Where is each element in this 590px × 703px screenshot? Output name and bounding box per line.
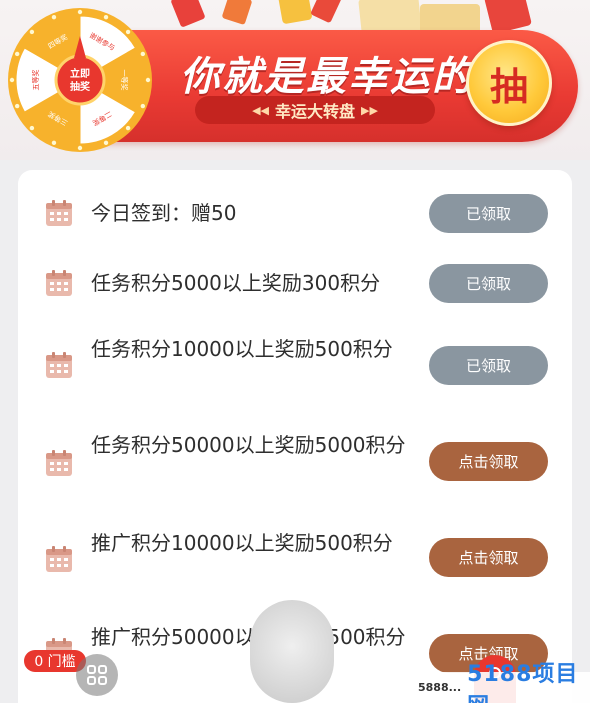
claim-button[interactable]: 点击领取 [429, 442, 548, 481]
red-envelope-decoration [221, 0, 253, 26]
task-row: 任务积分50000以上奖励5000积分 点击领取 [18, 426, 572, 490]
wheel-light-dot [51, 14, 57, 20]
gold-envelope-decoration [277, 0, 313, 25]
grid-menu-icon[interactable] [76, 654, 118, 696]
task-description: 任务积分5000以上奖励300积分 [91, 271, 381, 295]
wheel-light-dot [125, 125, 131, 131]
calendar-icon [46, 352, 72, 378]
wheel-light-dot [77, 145, 83, 151]
wheel-light-dot [77, 9, 83, 15]
task-description: 任务积分50000以上奖励5000积分 [91, 433, 406, 457]
wheel-light-dot [29, 29, 35, 35]
left-arrows-icon: ◀◀ [252, 103, 269, 117]
grid-icon [87, 665, 107, 685]
claimed-button[interactable]: 已领取 [429, 194, 548, 233]
red-envelope-decoration [170, 0, 206, 28]
task-row: 今日签到：赠50 已领取 [18, 194, 572, 234]
wheel-segment-label: 五等奖 [31, 70, 40, 91]
calendar-icon [46, 200, 72, 226]
wheel-light-dot [103, 14, 109, 20]
wheel-light-dot [9, 77, 15, 83]
task-row: 推广积分10000以上奖励500积分 点击领取 [18, 526, 572, 590]
wheel-center-label: 立即 [70, 67, 90, 80]
wheel-light-dot [140, 103, 146, 109]
banner-subtitle: 幸运大转盘 [274, 102, 355, 121]
task-row: 任务积分5000以上奖励300积分 已领取 [18, 264, 572, 304]
banner-subtitle-pill: ◀◀ 幸运大转盘 ▶▶ [195, 96, 435, 124]
wheel-light-dot [29, 125, 35, 131]
wheel-light-dot [125, 29, 131, 35]
right-arrows-icon: ▶▶ [361, 103, 378, 117]
wheel-light-dot [14, 103, 20, 109]
banner-slogan: 你就是最幸运的人 [180, 54, 516, 100]
watermark: 5888... 5188项目网 [414, 662, 590, 703]
task-row: 任务积分10000以上奖励500积分 已领取 [18, 334, 572, 398]
blurred-center-overlay [250, 600, 334, 703]
wheel-center-label: 抽奖 [70, 80, 91, 93]
wheel-light-dot [140, 51, 146, 57]
red-envelope-decoration [310, 0, 342, 24]
claimed-button[interactable]: 已领取 [429, 264, 548, 303]
wheel-center-button[interactable] [54, 54, 106, 106]
claim-button[interactable]: 点击领取 [429, 538, 548, 577]
wheel-light-dot [51, 140, 57, 146]
calendar-icon [46, 450, 72, 476]
wheel-light-dot [145, 77, 151, 83]
watermark-url: 5888... [418, 681, 462, 694]
watermark-logo: 5188项目网 [467, 661, 579, 703]
calendar-icon [46, 270, 72, 296]
wheel-segment-label: 一等奖 [120, 70, 129, 91]
draw-button[interactable]: 抽 [466, 40, 552, 126]
claimed-button[interactable]: 已领取 [429, 346, 548, 385]
calendar-icon [46, 546, 72, 572]
task-description: 推广积分10000以上奖励500积分 [91, 531, 393, 555]
task-description: 今日签到：赠50 [91, 201, 237, 225]
prize-wheel[interactable]: 谢谢参与一等奖二等奖三等奖五等奖四等奖 立即 抽奖 [6, 6, 154, 154]
task-description: 任务积分10000以上奖励500积分 [91, 337, 393, 361]
wheel-light-dot [14, 51, 20, 57]
lucky-wheel-banner[interactable]: 你就是最幸运的人 ◀◀ 幸运大转盘 ▶▶ 抽 谢谢参与 一等奖 二等奖 三等奖 五等奖四… [0, 0, 590, 160]
wheel-light-dot [103, 140, 109, 146]
